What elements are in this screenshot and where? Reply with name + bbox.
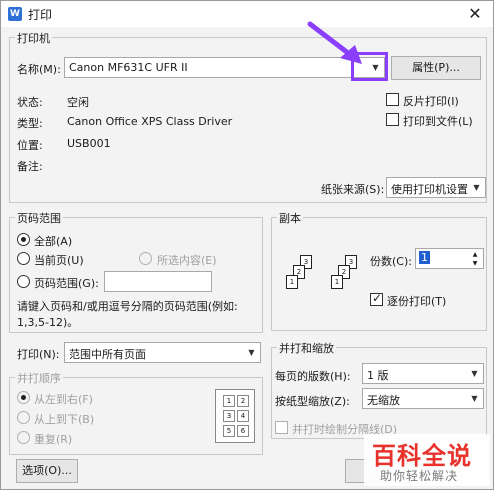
preview-page-4: 4 bbox=[237, 410, 249, 422]
pages-per-sheet-select[interactable]: 1 版 ▼ bbox=[362, 363, 484, 384]
stepper-up-icon[interactable]: ▲ bbox=[468, 250, 482, 259]
paper-source-select[interactable]: 使用打印机设置 ▼ bbox=[386, 177, 486, 198]
collate-checkbox[interactable] bbox=[370, 291, 383, 306]
order-repeat-radio[interactable] bbox=[17, 431, 30, 444]
properties-button[interactable]: 属性(P)... bbox=[391, 56, 481, 80]
printer-group-label: 打印机 bbox=[15, 30, 52, 46]
print-to-file-label: 打印到文件(L) bbox=[403, 115, 473, 128]
order-group-label: 并打顺序 bbox=[15, 370, 63, 386]
type-value: Canon Office XPS Class Driver bbox=[67, 115, 233, 128]
page-range-hint-line2: 1,3,5-12)。 bbox=[17, 316, 79, 329]
watermark-logo: 百科全说 助你轻松解决 bbox=[364, 434, 490, 486]
print-what-value: 范围中所有页面 bbox=[69, 348, 146, 361]
preview-page-1: 1 bbox=[223, 395, 235, 407]
location-value: USB001 bbox=[67, 137, 111, 150]
order-repeat-label: 重复(R) bbox=[34, 433, 73, 446]
title-bar: W 打印 ✕ bbox=[1, 1, 493, 27]
preview-page-3: 3 bbox=[223, 410, 235, 422]
pages-per-sheet-value: 1 版 bbox=[367, 369, 389, 382]
reverse-print-checkbox[interactable] bbox=[386, 93, 399, 106]
order-top-to-bottom-label: 从上到下(B) bbox=[34, 413, 95, 426]
range-current-label: 当前页(U) bbox=[34, 254, 84, 267]
chevron-down-icon[interactable]: ▼ bbox=[466, 364, 483, 383]
close-button[interactable]: ✕ bbox=[459, 2, 491, 26]
order-preview: 1 2 3 4 5 6 bbox=[215, 389, 255, 443]
copies-group-label: 副本 bbox=[277, 210, 303, 226]
range-current-radio[interactable] bbox=[17, 252, 30, 265]
page-1-icon: 1 bbox=[331, 275, 343, 289]
range-all-label: 全部(A) bbox=[34, 235, 73, 248]
range-pages-label: 页码范围(G): bbox=[34, 277, 99, 290]
chevron-down-icon[interactable]: ▼ bbox=[468, 178, 485, 197]
options-button[interactable]: 选项(O)... bbox=[16, 459, 78, 483]
order-left-to-right-label: 从左到右(F) bbox=[34, 393, 93, 406]
range-all-radio[interactable] bbox=[17, 233, 30, 246]
reverse-print-label: 反片打印(I) bbox=[403, 95, 459, 108]
scale-label: 按纸型缩放(Z): bbox=[275, 395, 350, 408]
stepper-down-icon[interactable]: ▼ bbox=[468, 259, 482, 268]
draw-borders-checkbox[interactable] bbox=[275, 421, 288, 434]
order-top-to-bottom-radio[interactable] bbox=[17, 411, 30, 424]
type-label: 类型: bbox=[17, 117, 43, 130]
preview-page-5: 5 bbox=[223, 425, 235, 437]
printer-name-label: 名称(M): bbox=[17, 63, 61, 76]
order-left-to-right-radio[interactable] bbox=[17, 391, 30, 404]
paper-source-label: 纸张来源(S): bbox=[321, 183, 385, 196]
range-selection-radio[interactable] bbox=[139, 252, 152, 265]
page-range-hint-line1: 请键入页码和/或用逗号分隔的页码范围(例如: bbox=[17, 300, 238, 313]
annotation-arrow bbox=[307, 21, 362, 64]
app-icon: W bbox=[8, 7, 22, 21]
window-title: 打印 bbox=[28, 8, 53, 22]
chevron-down-icon[interactable]: ▼ bbox=[466, 389, 483, 408]
page-range-input[interactable] bbox=[104, 271, 212, 292]
print-what-label: 打印(N): bbox=[17, 348, 60, 361]
print-dialog: W 打印 ✕ 打印机 名称(M): Canon MF631C UFR II ▼ … bbox=[0, 0, 494, 490]
chevron-down-icon[interactable]: ▼ bbox=[243, 343, 260, 362]
print-what-select[interactable]: 范围中所有页面 ▼ bbox=[64, 342, 261, 363]
range-pages-radio[interactable] bbox=[17, 275, 30, 288]
status-value: 空闲 bbox=[67, 96, 89, 109]
range-selection-label: 所选内容(E) bbox=[157, 254, 217, 267]
scale-select[interactable]: 无缩放 ▼ bbox=[362, 388, 484, 409]
status-label: 状态: bbox=[17, 96, 43, 109]
copies-value: 1 bbox=[419, 251, 430, 264]
page-1-icon: 1 bbox=[286, 275, 298, 289]
copies-stepper[interactable]: 1 ▲ ▼ bbox=[415, 248, 484, 269]
watermark-subtitle: 助你轻松解决 bbox=[380, 469, 459, 483]
pages-per-sheet-label: 每页的版数(H): bbox=[275, 370, 351, 383]
paper-source-value: 使用打印机设置 bbox=[391, 183, 468, 196]
collate-label: 逐份打印(T) bbox=[387, 295, 447, 308]
page-range-group-label: 页码范围 bbox=[15, 210, 63, 226]
preview-page-6: 6 bbox=[237, 425, 249, 437]
scale-value: 无缩放 bbox=[367, 394, 400, 407]
comment-label: 备注: bbox=[17, 160, 43, 173]
printer-name-value: Canon MF631C UFR II bbox=[69, 61, 188, 74]
watermark-title: 百科全说 bbox=[372, 442, 472, 470]
preview-page-2: 2 bbox=[237, 395, 249, 407]
print-to-file-checkbox[interactable] bbox=[386, 113, 399, 126]
zoom-group-label: 并打和缩放 bbox=[277, 340, 336, 356]
collate-pages-icon: 3 2 1 3 2 1 bbox=[278, 255, 368, 301]
copies-label: 份数(C): bbox=[370, 255, 412, 268]
location-label: 位置: bbox=[17, 139, 43, 152]
